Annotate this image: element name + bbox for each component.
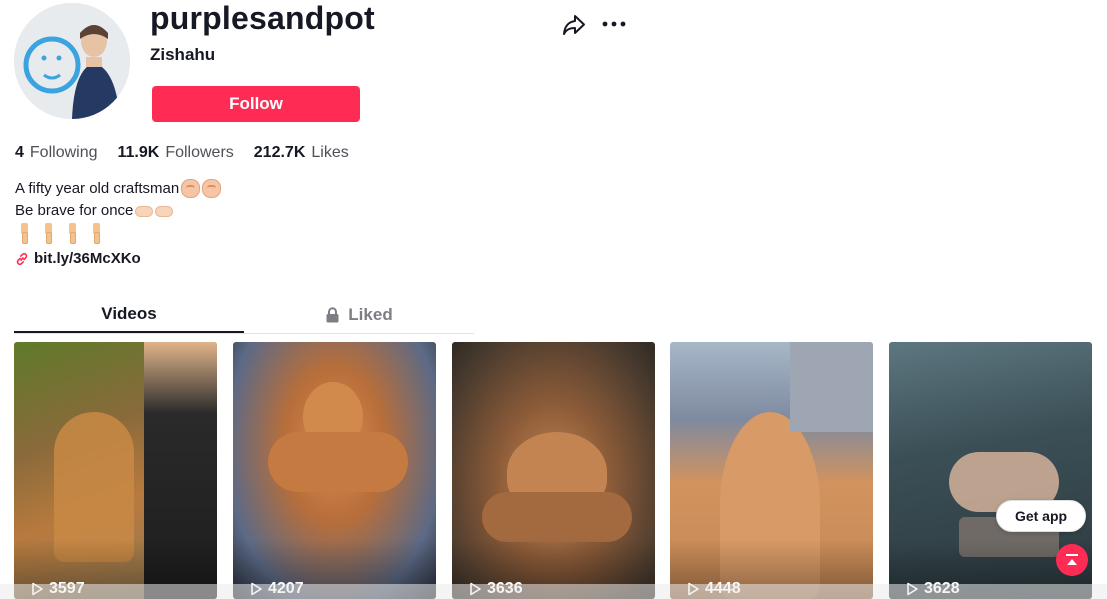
pointing-down-emoji-icon (65, 223, 79, 244)
bottom-overlay-bar (0, 584, 1107, 599)
fist-emoji-icon (181, 179, 201, 198)
more-options-icon[interactable] (600, 12, 628, 36)
video-card[interactable]: 4207 (233, 342, 436, 599)
profile-stats: 4 Following 11.9K Followers 212.7K Likes (15, 143, 369, 163)
tab-videos[interactable]: Videos (14, 296, 244, 333)
video-card[interactable]: 3597 (14, 342, 217, 599)
stat-likes: 212.7K Likes (254, 143, 349, 163)
handshake-emoji-icon (135, 205, 154, 217)
bio-line-1: A fifty year old craftsman (15, 178, 222, 200)
tab-liked[interactable]: Liked (244, 296, 474, 333)
stat-followers-count: 11.9K (117, 144, 160, 161)
stat-followers[interactable]: 11.9K Followers (118, 143, 234, 163)
bio-link[interactable]: bit.ly/36McXKo (15, 250, 141, 267)
profile-nickname: Zishahu (150, 45, 216, 64)
follow-button[interactable]: Follow (152, 86, 360, 122)
stat-likes-label: Likes (311, 144, 349, 161)
fist-emoji-icon (202, 179, 222, 198)
tab-liked-label: Liked (348, 304, 393, 324)
lock-icon (326, 306, 339, 322)
back-to-top-button[interactable] (1056, 544, 1088, 576)
video-card[interactable]: 3636 (452, 342, 655, 599)
profile-username: purplesandpot (150, 0, 375, 36)
stat-likes-count: 212.7K (253, 144, 306, 161)
pointing-down-emoji-icon (17, 223, 31, 244)
profile-tabs: Videos Liked (14, 296, 474, 334)
stat-following[interactable]: 4 Following (15, 143, 98, 163)
bio-text-1: A fifty year old craftsman (15, 180, 180, 197)
stat-following-label: Following (29, 144, 98, 161)
bio-text-2: Be brave for once (15, 202, 134, 219)
handshake-emoji-icon (155, 205, 174, 217)
link-icon (16, 252, 28, 265)
pointing-down-emoji-icon (89, 223, 103, 244)
arrow-up-icon (1066, 554, 1078, 565)
tab-videos-label: Videos (101, 303, 157, 323)
share-icon[interactable] (561, 12, 587, 38)
video-grid: 3597 4207 3636 4448 3628 (14, 342, 1094, 599)
bio-line-3 (15, 223, 221, 244)
profile-bio: A fifty year old craftsman Be brave for … (15, 178, 222, 244)
stat-followers-label: Followers (165, 144, 234, 161)
get-app-button[interactable]: Get app (996, 500, 1086, 532)
pointing-down-emoji-icon (41, 223, 55, 244)
bio-link-text: bit.ly/36McXKo (34, 250, 141, 267)
stat-following-count: 4 (15, 144, 24, 161)
video-card[interactable]: 4448 (670, 342, 873, 599)
bio-line-2: Be brave for once (15, 200, 221, 222)
avatar[interactable] (14, 3, 130, 119)
